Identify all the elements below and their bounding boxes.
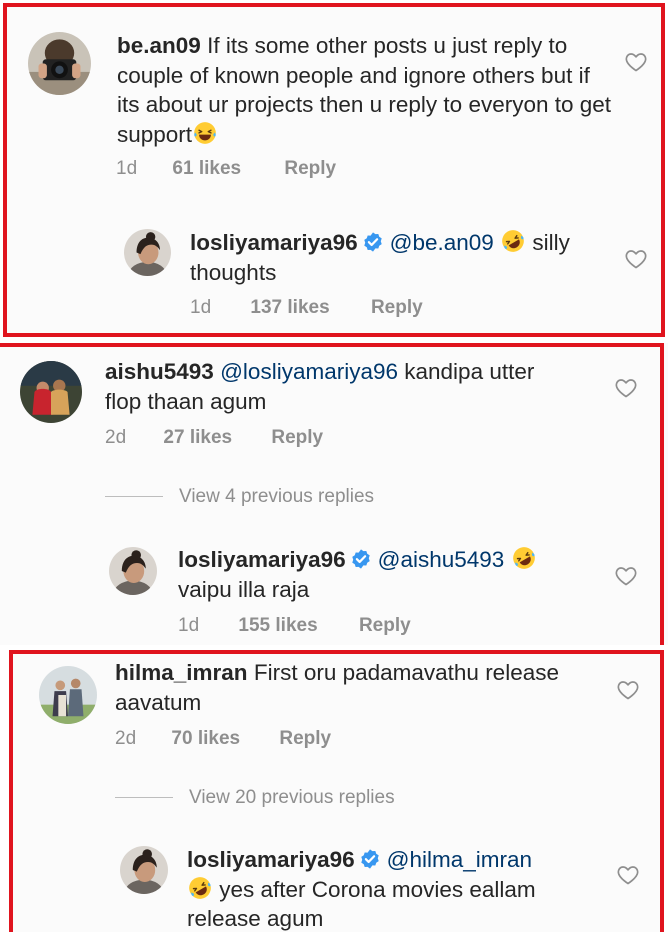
comment-body: First oru padamavathu release [253, 660, 559, 685]
reply-meta: 1d 155 likes Reply [178, 615, 411, 637]
divider [115, 797, 173, 799]
avatar-image [20, 361, 82, 423]
avatar[interactable] [39, 666, 97, 724]
comment-body: kandipa utter [404, 359, 535, 384]
avatar[interactable] [28, 32, 91, 95]
reply-text: losliyamariya96 @be.an09 silly thoughts [190, 228, 620, 287]
avatar[interactable] [109, 547, 157, 595]
verified-badge-icon [350, 548, 372, 570]
avatar-image [120, 846, 168, 894]
likes-count[interactable]: 61 likes [172, 158, 241, 180]
reply-username[interactable]: losliyamariya96 [178, 547, 346, 572]
avatar-image [124, 229, 171, 276]
likes-count[interactable]: 27 likes [163, 427, 232, 449]
thread-1-highlight: be.an09 If its some other posts u just r… [3, 3, 665, 337]
reply-time: 1d [190, 297, 212, 318]
comment-body-line2: aavatum [115, 689, 202, 715]
avatar[interactable] [124, 229, 171, 276]
likes-count[interactable]: 70 likes [171, 728, 240, 750]
likes-count[interactable]: 137 likes [250, 297, 329, 319]
comment-meta: 1d 61 likes Reply [116, 158, 336, 180]
verified-badge-icon [359, 848, 381, 870]
reply-body-line2: vaipu illa raja [178, 576, 310, 602]
reply-button[interactable]: Reply [284, 158, 336, 180]
comment-time: 2d [115, 728, 137, 749]
comment-username[interactable]: hilma_imran [115, 660, 248, 685]
like-heart-icon[interactable] [614, 564, 638, 593]
mention-link[interactable]: @losliyamariya96 [220, 359, 398, 384]
mention-link[interactable]: @hilma_imran [387, 847, 532, 872]
laughing-emoji-icon [192, 120, 218, 146]
like-heart-icon[interactable] [624, 247, 648, 276]
view-replies-label[interactable]: View 20 previous replies [189, 787, 395, 808]
reply-button[interactable]: Reply [271, 427, 323, 449]
reply-text: losliyamariya96 @aishu5493 vaipu illa raj… [178, 545, 608, 604]
divider [105, 496, 163, 498]
thread-3-highlight: hilma_imran First oru padamavathu releas… [9, 650, 664, 932]
view-replies-label[interactable]: View 4 previous replies [179, 486, 374, 507]
likes-count[interactable]: 155 likes [238, 615, 317, 637]
reply-body-line2: thoughts [190, 259, 277, 285]
view-previous-replies[interactable]: View 4 previous replies [105, 486, 374, 508]
comment-text: be.an09 If its some other posts u just r… [117, 31, 617, 149]
reply-body-line2: yes after Corona movies eallam [219, 876, 536, 902]
thread-2-highlight: aishu5493 @losliyamariya96 kandipa utter… [0, 343, 668, 645]
like-heart-icon[interactable] [624, 50, 648, 79]
verified-badge-icon [362, 231, 384, 253]
view-previous-replies[interactable]: View 20 previous replies [115, 787, 395, 809]
reply-body: silly [532, 230, 570, 255]
rofl-emoji-icon [511, 545, 537, 571]
avatar[interactable] [20, 361, 82, 423]
like-heart-icon[interactable] [616, 678, 640, 707]
reply-text: losliyamariya96 @hilma_imran yes after Co… [187, 845, 617, 932]
avatar[interactable] [120, 846, 168, 894]
comment-username[interactable]: be.an09 [117, 33, 201, 58]
reply-button[interactable]: Reply [279, 728, 331, 750]
reply-body-line3: release agum [187, 906, 324, 931]
mention-link[interactable]: @be.an09 [390, 230, 494, 255]
comment-meta: 2d 27 likes Reply [105, 427, 323, 449]
reply-username[interactable]: losliyamariya96 [187, 847, 355, 872]
like-heart-icon[interactable] [616, 863, 640, 892]
comment-username[interactable]: aishu5493 [105, 359, 214, 384]
reply-meta: 1d 137 likes Reply [190, 297, 423, 319]
comment-meta: 2d 70 likes Reply [115, 728, 331, 750]
rofl-emoji-icon [187, 875, 213, 901]
like-heart-icon[interactable] [614, 376, 638, 405]
comment-body-line2: flop thaan agum [105, 388, 267, 414]
avatar-image [39, 666, 97, 724]
comment-text: aishu5493 @losliyamariya96 kandipa utter… [105, 357, 605, 416]
comment-time: 2d [105, 427, 127, 448]
reply-button[interactable]: Reply [371, 297, 423, 319]
rofl-emoji-icon [500, 228, 526, 254]
avatar-image [109, 547, 157, 595]
reply-button[interactable]: Reply [359, 615, 411, 637]
reply-time: 1d [178, 615, 200, 636]
reply-username[interactable]: losliyamariya96 [190, 230, 358, 255]
comment-text: hilma_imran First oru padamavathu releas… [115, 658, 615, 717]
mention-link[interactable]: @aishu5493 [378, 547, 505, 572]
comment-time: 1d [116, 158, 138, 179]
avatar-image [28, 32, 91, 95]
